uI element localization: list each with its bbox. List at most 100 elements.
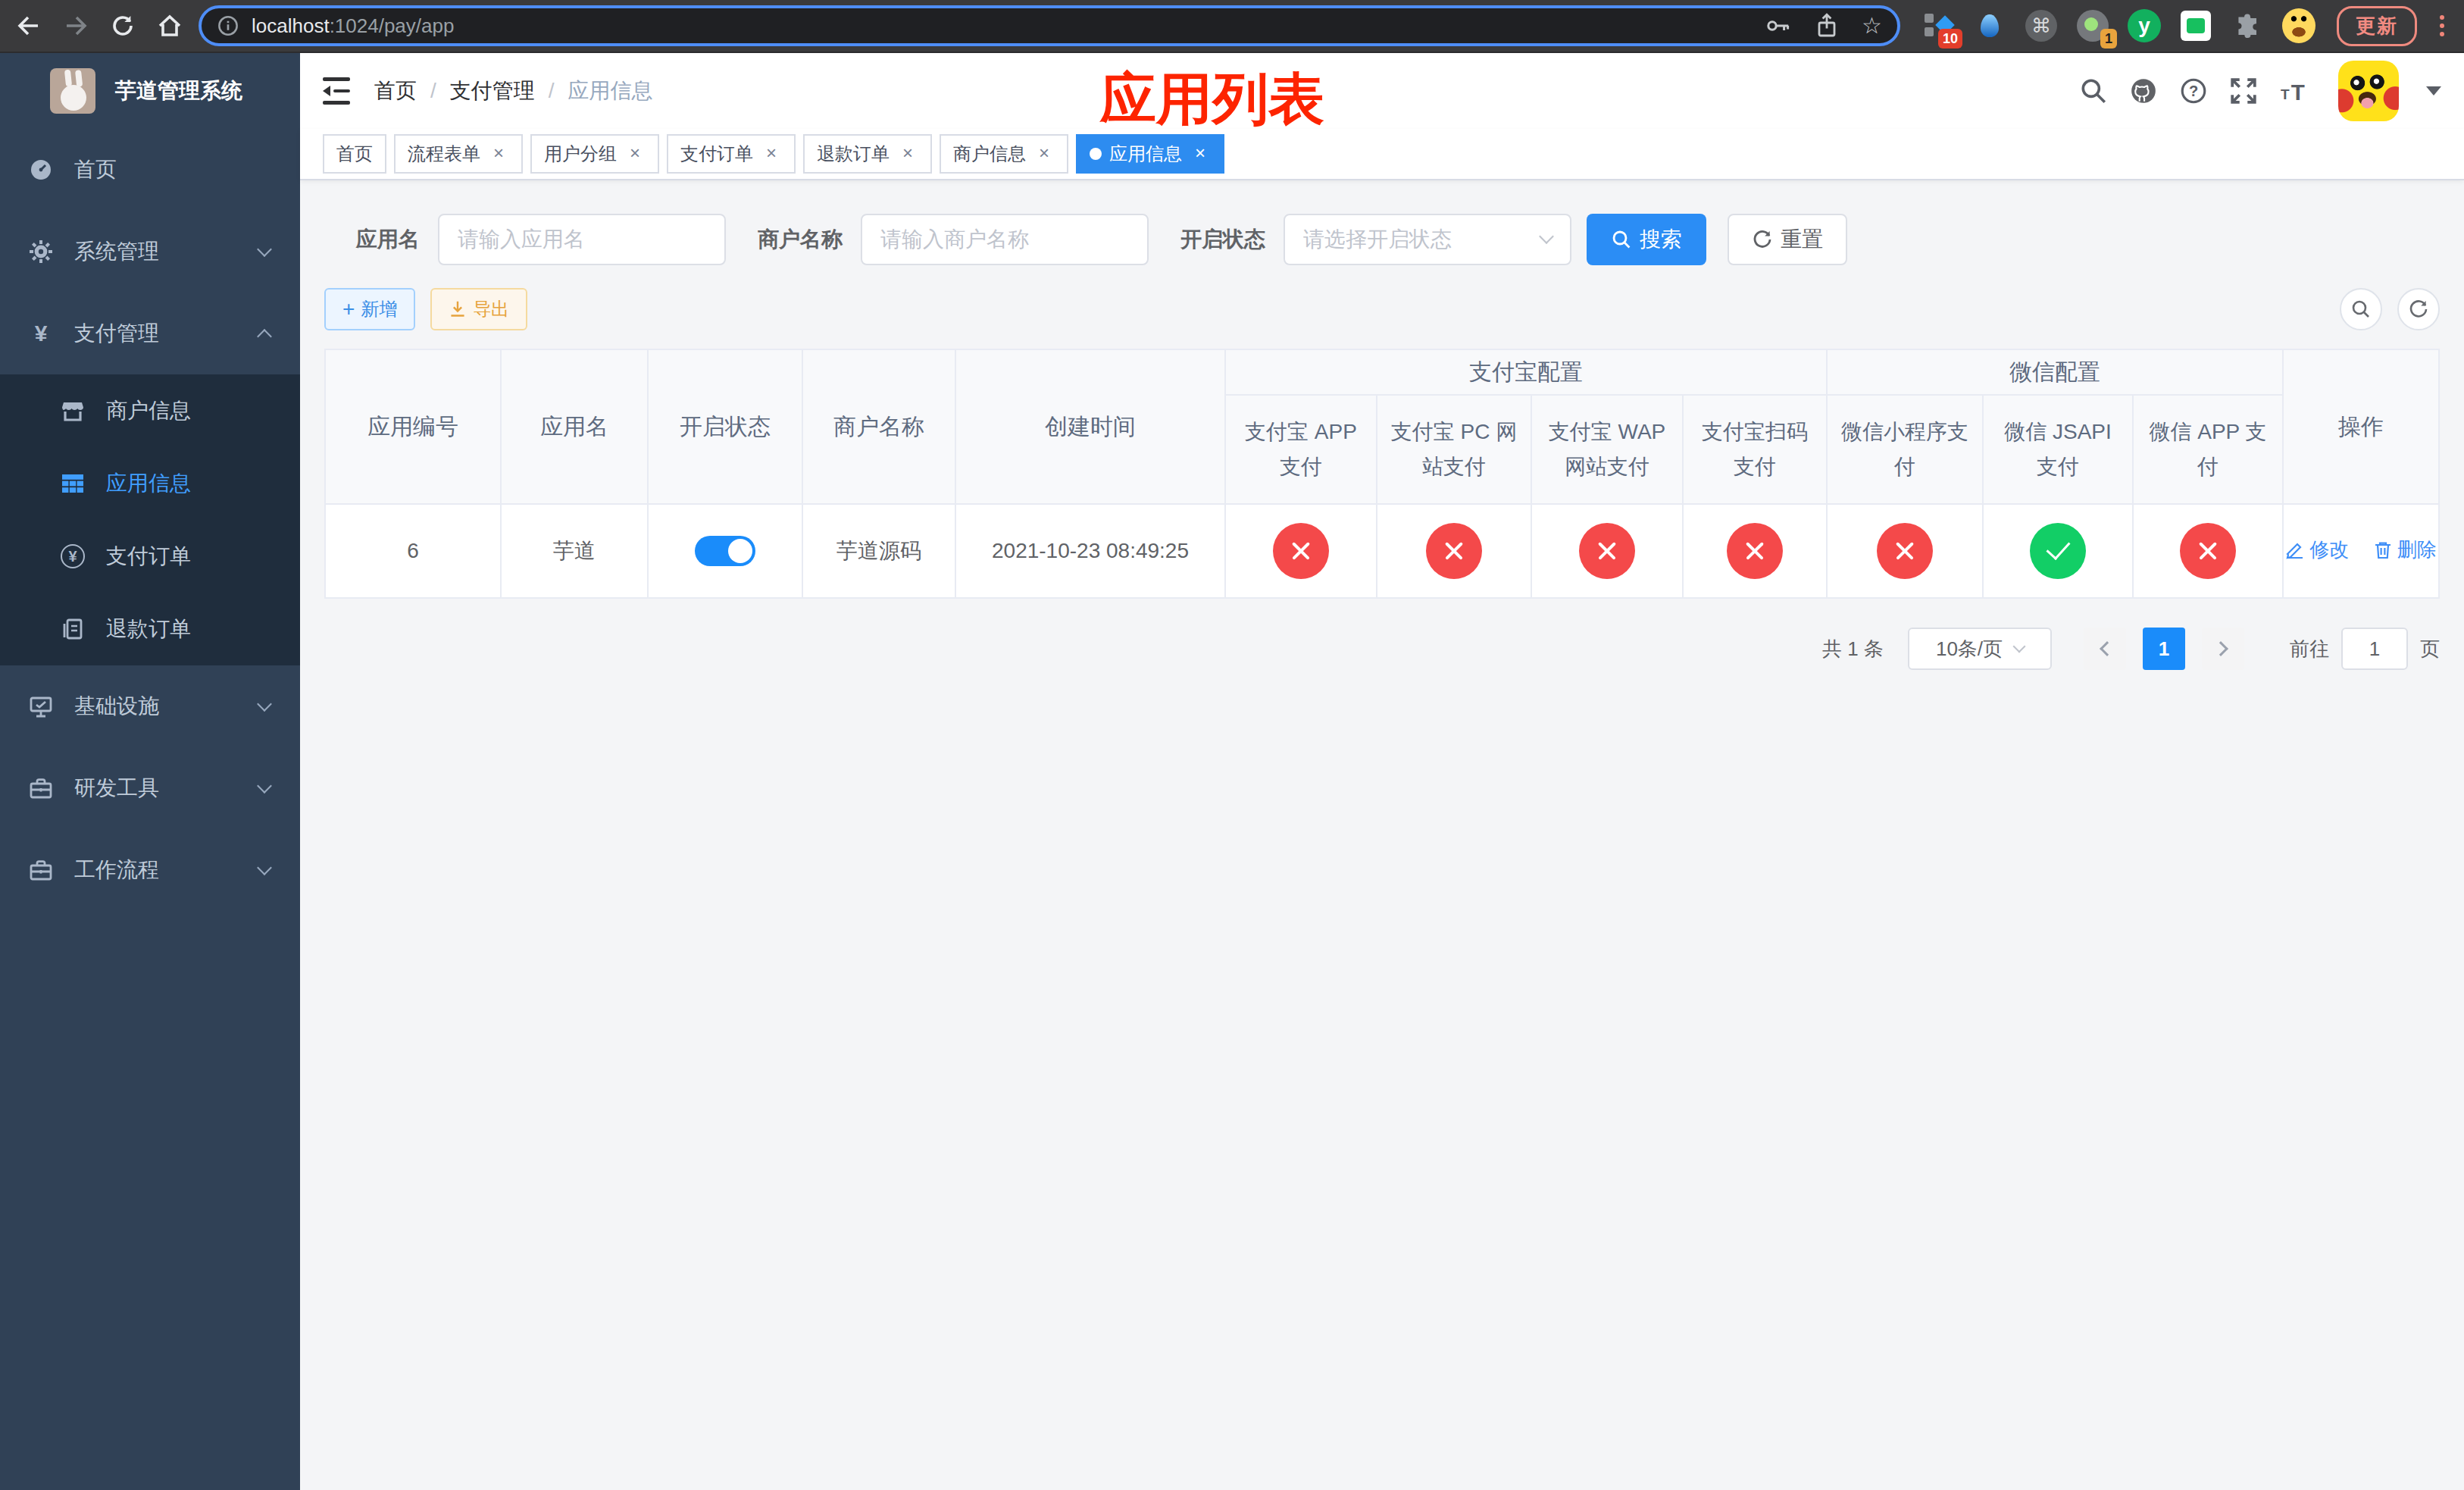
font-size-icon[interactable]: TT (2279, 77, 2308, 105)
sidebar-item-app[interactable]: 应用信息 (0, 447, 300, 520)
tag-process-form[interactable]: 流程表单× (394, 134, 523, 174)
page-size-select[interactable]: 10条/页 (1908, 628, 2052, 670)
data-table: 应用编号 应用名 开启状态 商户名称 创建时间 支付宝配置 微信配置 操作 支付… (324, 349, 2440, 599)
edit-link[interactable]: 修改 (2285, 537, 2349, 563)
profile-avatar-icon[interactable] (2282, 9, 2315, 42)
yen-circle-icon: ¥ (58, 544, 88, 568)
browser-update-button[interactable]: 更新 (2337, 6, 2417, 46)
close-icon[interactable]: × (488, 143, 509, 164)
status-enabled-icon (2030, 523, 2086, 579)
extension-balloon-icon[interactable] (1973, 9, 2006, 42)
svg-text:T: T (2281, 86, 2290, 102)
extensions-puzzle-icon[interactable] (2231, 9, 2264, 42)
address-bar[interactable]: localhost:1024/pay/app ☆ (199, 5, 1900, 46)
breadcrumb-current: 应用信息 (568, 77, 653, 105)
forward-icon[interactable] (62, 12, 89, 39)
next-page-button[interactable] (2202, 628, 2244, 670)
tag-refund-order[interactable]: 退款订单× (803, 134, 932, 174)
site-info-icon[interactable] (217, 14, 239, 37)
share-icon[interactable] (1813, 12, 1840, 39)
close-icon[interactable]: × (624, 143, 646, 164)
sidebar-item-refund-order[interactable]: 退款订单 (0, 593, 300, 665)
help-icon[interactable]: ? (2179, 77, 2208, 105)
github-icon[interactable] (2129, 77, 2158, 105)
url-text: localhost:1024/pay/app (252, 14, 454, 38)
status-select[interactable] (1284, 214, 1571, 265)
sidebar-item-pay-order[interactable]: ¥ 支付订单 (0, 520, 300, 593)
back-icon[interactable] (15, 12, 42, 39)
app-name-input[interactable] (438, 214, 726, 265)
extension-command-icon[interactable]: ⌘ (2025, 9, 2058, 42)
monitor-icon (26, 694, 56, 718)
extension-recorder-icon[interactable]: 1 (2076, 9, 2109, 42)
sidebar-item-home[interactable]: 首页 (0, 129, 300, 211)
col-create-time: 创建时间 (955, 349, 1225, 504)
search-button[interactable]: 搜索 (1587, 214, 1706, 265)
bookmark-star-icon[interactable]: ☆ (1862, 14, 1882, 37)
goto-page-input[interactable]: 1 (2341, 628, 2408, 670)
extension-y-icon[interactable]: y (2128, 9, 2161, 42)
sidebar-item-infra[interactable]: 基础设施 (0, 665, 300, 747)
reload-icon[interactable] (109, 12, 136, 39)
sidebar-item-devtools[interactable]: 研发工具 (0, 747, 300, 829)
tag-home[interactable]: 首页 (323, 134, 386, 174)
chevron-down-icon (257, 696, 272, 712)
app-title: 芋道管理系统 (115, 77, 242, 105)
col-wechat-app: 微信 APP 支付 (2133, 395, 2283, 504)
show-search-button[interactable] (2340, 288, 2382, 330)
sidebar-item-system[interactable]: 系统管理 (0, 211, 300, 293)
svg-text:T: T (2291, 80, 2305, 105)
extension-chat-icon[interactable] (2179, 9, 2212, 42)
cell-open-status (648, 504, 802, 598)
close-icon[interactable]: × (1190, 143, 1211, 164)
caret-down-icon[interactable] (2426, 86, 2441, 95)
cell-app-name: 芋道 (501, 504, 648, 598)
refresh-button[interactable] (2397, 288, 2440, 330)
fullscreen-icon[interactable] (2229, 77, 2258, 105)
breadcrumb-home[interactable]: 首页 (374, 77, 417, 105)
col-group-wechat: 微信配置 (1827, 349, 2283, 395)
sidebar-logo[interactable]: 芋道管理系统 (0, 53, 300, 129)
merchant-name-label: 商户名称 (758, 225, 843, 254)
close-icon[interactable]: × (897, 143, 918, 164)
sidebar-item-payment[interactable]: ¥ 支付管理 (0, 293, 300, 374)
close-icon[interactable]: × (1033, 143, 1055, 164)
col-alipay-qr: 支付宝扫码支付 (1683, 395, 1827, 504)
chevron-down-icon (257, 242, 272, 257)
browser-menu-icon[interactable] (2435, 15, 2449, 36)
password-key-icon[interactable] (1765, 12, 1792, 39)
tab-badge: 1 (2100, 29, 2117, 49)
tag-merchant[interactable]: 商户信息× (940, 134, 1068, 174)
cell-create-time: 2021-10-23 08:49:25 (955, 504, 1225, 598)
sidebar-collapse-icon[interactable] (323, 77, 350, 105)
user-avatar[interactable] (2338, 61, 2399, 121)
delete-link[interactable]: 删除 (2373, 537, 2437, 563)
breadcrumb-payment[interactable]: 支付管理 (450, 77, 535, 105)
status-disabled-icon (1579, 523, 1635, 579)
col-wechat-jsapi: 微信 JSAPI 支付 (1983, 395, 2133, 504)
home-icon[interactable] (156, 12, 183, 39)
add-button[interactable]: +新增 (324, 288, 415, 330)
table-toolbar: +新增 导出 (324, 288, 2440, 330)
reset-button[interactable]: 重置 (1728, 214, 1847, 265)
tag-pay-order[interactable]: 支付订单× (667, 134, 796, 174)
search-icon[interactable] (2079, 77, 2108, 105)
status-toggle[interactable] (695, 536, 755, 566)
toolbox-icon (26, 776, 56, 800)
extension-icon[interactable]: 10 (1921, 9, 1955, 42)
col-alipay-app: 支付宝 APP 支付 (1225, 395, 1377, 504)
current-page[interactable]: 1 (2143, 628, 2185, 670)
document-icon (58, 617, 88, 641)
col-app-name: 应用名 (501, 349, 648, 504)
prev-page-button[interactable] (2084, 628, 2126, 670)
close-icon[interactable]: × (761, 143, 782, 164)
sidebar-item-merchant[interactable]: 商户信息 (0, 374, 300, 447)
tag-app-info[interactable]: 应用信息× (1076, 134, 1224, 174)
sidebar-item-workflow[interactable]: 工作流程 (0, 829, 300, 911)
toolbox-icon (26, 858, 56, 882)
col-app-id: 应用编号 (325, 349, 501, 504)
browser-chrome: localhost:1024/pay/app ☆ 10 ⌘ 1 y 更新 (0, 0, 2464, 53)
export-button[interactable]: 导出 (430, 288, 527, 330)
tag-user-group[interactable]: 用户分组× (530, 134, 659, 174)
merchant-name-input[interactable] (861, 214, 1149, 265)
